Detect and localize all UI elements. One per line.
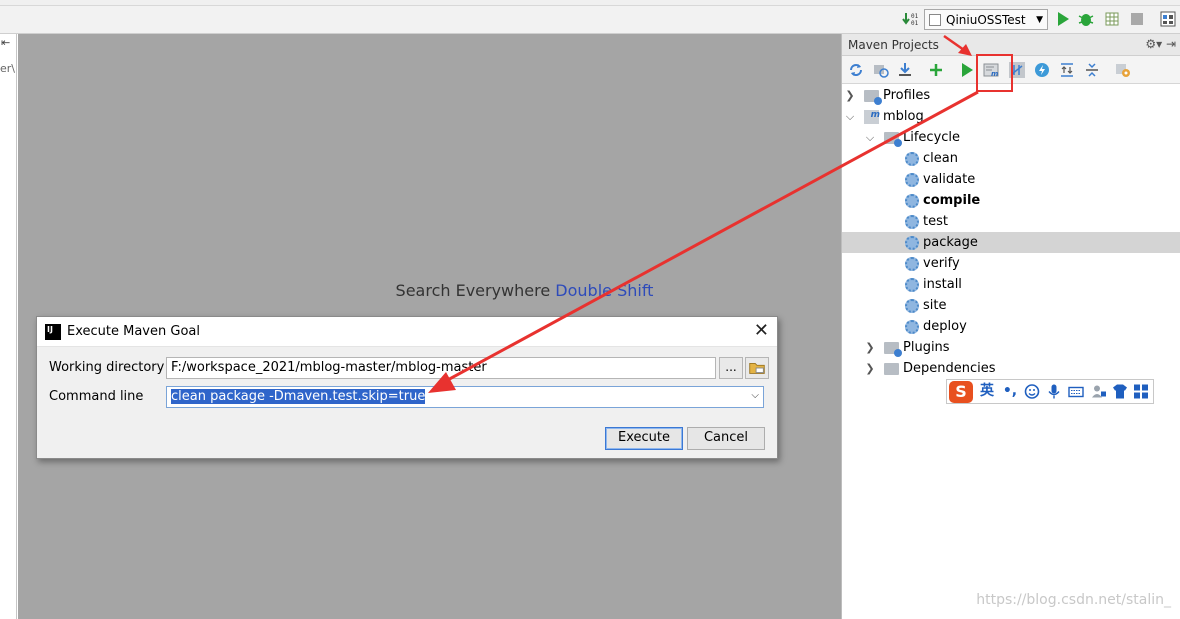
annotation-arrows <box>428 34 979 393</box>
watermark-text: https://blog.csdn.net/stalin_ <box>976 592 1171 608</box>
